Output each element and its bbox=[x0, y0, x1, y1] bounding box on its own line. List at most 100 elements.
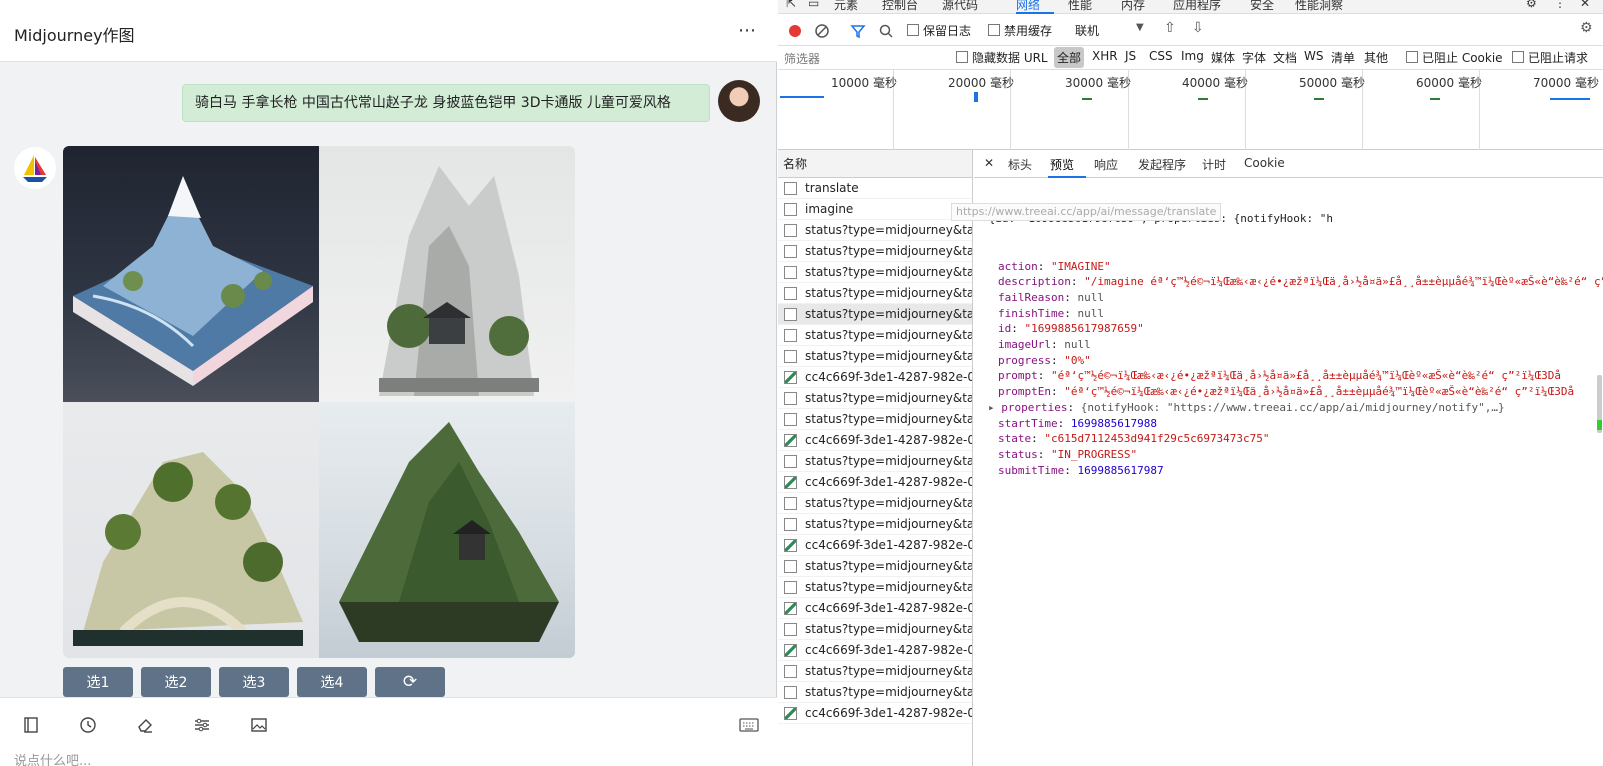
request-row[interactable]: status?type=midjourney&task... bbox=[778, 325, 972, 346]
json-field-row[interactable]: status: "IN_PROGRESS" bbox=[974, 447, 1603, 463]
filter-input[interactable]: 筛选器 bbox=[784, 50, 820, 67]
select-2-button[interactable]: 选2 bbox=[141, 667, 211, 697]
request-row[interactable]: cc4c669f-3de1-4287-982e-02... bbox=[778, 598, 972, 619]
json-field-row[interactable]: action: "IMAGINE" bbox=[974, 259, 1603, 275]
tab-console[interactable]: 控制台 bbox=[882, 0, 918, 13]
inspect-icon[interactable]: ⇱ bbox=[786, 0, 796, 10]
request-row[interactable]: status?type=midjourney&task... bbox=[778, 283, 972, 304]
request-row[interactable]: status?type=midjourney&task... bbox=[778, 220, 972, 241]
request-row[interactable]: status?type=midjourney&task... bbox=[778, 619, 972, 640]
tab-elements[interactable]: 元素 bbox=[834, 0, 858, 13]
json-field-row[interactable]: id: "1699885617987659" bbox=[974, 321, 1603, 337]
request-row[interactable]: status?type=midjourney&task... bbox=[778, 388, 972, 409]
filter-type-css[interactable]: CSS bbox=[1149, 49, 1173, 63]
generated-image-4[interactable] bbox=[319, 402, 575, 658]
network-timeline[interactable]: 10000 毫秒 20000 毫秒 30000 毫秒 40000 毫秒 5000… bbox=[778, 70, 1603, 150]
json-field-row[interactable]: submitTime: 1699885617987 bbox=[974, 463, 1603, 479]
filter-type-manifest[interactable]: 清单 bbox=[1331, 49, 1355, 66]
tab-performance-insights[interactable]: 性能洞察 bbox=[1295, 0, 1343, 13]
close-detail-icon[interactable]: ✕ bbox=[984, 156, 994, 170]
request-row[interactable]: status?type=midjourney&task... bbox=[778, 262, 972, 283]
disable-cache-checkbox[interactable] bbox=[988, 24, 1000, 36]
filter-icon[interactable] bbox=[850, 23, 866, 39]
chat-input[interactable]: 说点什么吧... bbox=[14, 750, 91, 766]
request-row[interactable]: status?type=midjourney&task... bbox=[778, 661, 972, 682]
json-field-row[interactable]: failReason: null bbox=[974, 290, 1603, 306]
filter-type-img[interactable]: Img bbox=[1181, 49, 1204, 63]
device-icon[interactable]: ▭ bbox=[808, 0, 819, 10]
request-row[interactable]: status?type=midjourney&task... bbox=[778, 409, 972, 430]
select-1-button[interactable]: 选1 bbox=[63, 667, 133, 697]
throttle-select[interactable]: 联机 bbox=[1075, 22, 1099, 39]
request-row[interactable]: imagine bbox=[778, 199, 972, 220]
tab-response[interactable]: 响应 bbox=[1094, 156, 1118, 173]
request-row[interactable]: status?type=midjourney&task... bbox=[778, 241, 972, 262]
tab-application[interactable]: 应用程序 bbox=[1173, 0, 1221, 13]
filter-type-other[interactable]: 其他 bbox=[1364, 49, 1388, 66]
keyboard-icon[interactable] bbox=[736, 712, 762, 738]
json-preview[interactable]: ▾{id: "1699885617987659", properties: {n… bbox=[974, 180, 1603, 766]
search-icon[interactable] bbox=[878, 23, 894, 39]
request-row[interactable]: cc4c669f-3de1-4287-982e-02... bbox=[778, 472, 972, 493]
hide-data-url-checkbox[interactable] bbox=[956, 51, 968, 63]
filter-type-doc[interactable]: 文档 bbox=[1273, 49, 1297, 66]
tab-timing[interactable]: 计时 bbox=[1202, 156, 1226, 173]
history-clock-icon[interactable] bbox=[75, 712, 101, 738]
request-row[interactable]: status?type=midjourney&task... bbox=[778, 682, 972, 703]
json-field-row[interactable]: imageUrl: null bbox=[974, 337, 1603, 353]
filter-type-all[interactable]: 全部 bbox=[1054, 47, 1085, 68]
filter-type-media[interactable]: 媒体 bbox=[1211, 49, 1235, 66]
record-icon[interactable] bbox=[787, 23, 803, 39]
preserve-log-checkbox[interactable] bbox=[907, 24, 919, 36]
eraser-icon[interactable] bbox=[132, 712, 158, 738]
select-4-button[interactable]: 选4 bbox=[297, 667, 367, 697]
expand-triangle-icon[interactable]: ▸ bbox=[988, 401, 1001, 414]
generated-image-2[interactable] bbox=[319, 146, 575, 402]
tab-cookie[interactable]: Cookie bbox=[1244, 156, 1285, 170]
tab-initiator[interactable]: 发起程序 bbox=[1138, 156, 1186, 173]
tab-security[interactable]: 安全 bbox=[1250, 0, 1274, 13]
tab-sources[interactable]: 源代码 bbox=[942, 0, 978, 13]
json-field-row[interactable]: promptEn: "éª‘ç™½é©¬ï¼Œæ‰‹æ‹¿é•¿æžªï¼Œä¸… bbox=[974, 384, 1603, 400]
request-row[interactable]: status?type=midjourney&task... bbox=[778, 451, 972, 472]
filter-type-xhr[interactable]: XHR bbox=[1092, 49, 1118, 63]
download-icon[interactable]: ⇩ bbox=[1192, 20, 1204, 36]
blocked-cookie-checkbox[interactable] bbox=[1406, 51, 1418, 63]
request-row[interactable]: status?type=midjourney&task... bbox=[778, 514, 972, 535]
request-list-header[interactable]: 名称 bbox=[778, 150, 972, 178]
request-row[interactable]: status?type=midjourney&task... bbox=[778, 493, 972, 514]
kebab-menu-icon[interactable]: ⋮ bbox=[1554, 0, 1566, 10]
tab-headers[interactable]: 标头 bbox=[1008, 156, 1032, 173]
filter-type-js[interactable]: JS bbox=[1125, 49, 1136, 63]
select-3-button[interactable]: 选3 bbox=[219, 667, 289, 697]
upload-icon[interactable]: ⇧ bbox=[1164, 20, 1176, 36]
generated-image-grid[interactable] bbox=[63, 146, 575, 658]
tab-preview[interactable]: 预览 bbox=[1050, 156, 1074, 173]
json-field-row[interactable]: progress: "0%" bbox=[974, 353, 1603, 369]
json-field-row[interactable]: state: "c615d7112453d941f29c5c6973473c75… bbox=[974, 431, 1603, 447]
more-menu-icon[interactable]: ⋯ bbox=[738, 20, 757, 41]
blocked-request-checkbox[interactable] bbox=[1512, 51, 1524, 63]
request-row[interactable]: cc4c669f-3de1-4287-982e-02... bbox=[778, 367, 972, 388]
clear-icon[interactable] bbox=[814, 23, 830, 39]
gear-icon[interactable]: ⚙ bbox=[1526, 0, 1537, 10]
request-row[interactable]: status?type=midjourney&task... bbox=[778, 577, 972, 598]
tab-performance[interactable]: 性能 bbox=[1068, 0, 1092, 13]
refresh-button[interactable]: ⟳ bbox=[375, 667, 445, 697]
request-row[interactable]: cc4c669f-3de1-4287-982e-02... bbox=[778, 703, 972, 724]
image-icon[interactable] bbox=[246, 712, 272, 738]
network-settings-gear-icon[interactable]: ⚙ bbox=[1580, 20, 1593, 36]
json-field-row[interactable]: description: "/imagine éª‘ç™½é©¬ï¼Œæ‰‹æ‹… bbox=[974, 274, 1603, 290]
request-row[interactable]: status?type=midjourney&task... bbox=[778, 346, 972, 367]
chevron-down-icon[interactable]: ▼ bbox=[1136, 22, 1144, 33]
tab-memory[interactable]: 内存 bbox=[1121, 0, 1145, 13]
request-row[interactable]: status?type=midjourney&task... bbox=[778, 304, 972, 325]
book-icon[interactable] bbox=[18, 712, 44, 738]
request-row[interactable]: status?type=midjourney&task... bbox=[778, 556, 972, 577]
request-row[interactable]: translate bbox=[778, 178, 972, 199]
settings-sliders-icon[interactable] bbox=[189, 712, 215, 738]
request-row[interactable]: cc4c669f-3de1-4287-982e-02... bbox=[778, 640, 972, 661]
generated-image-3[interactable] bbox=[63, 402, 319, 658]
json-field-row[interactable]: startTime: 1699885617988 bbox=[974, 416, 1603, 432]
filter-type-font[interactable]: 字体 bbox=[1242, 49, 1266, 66]
